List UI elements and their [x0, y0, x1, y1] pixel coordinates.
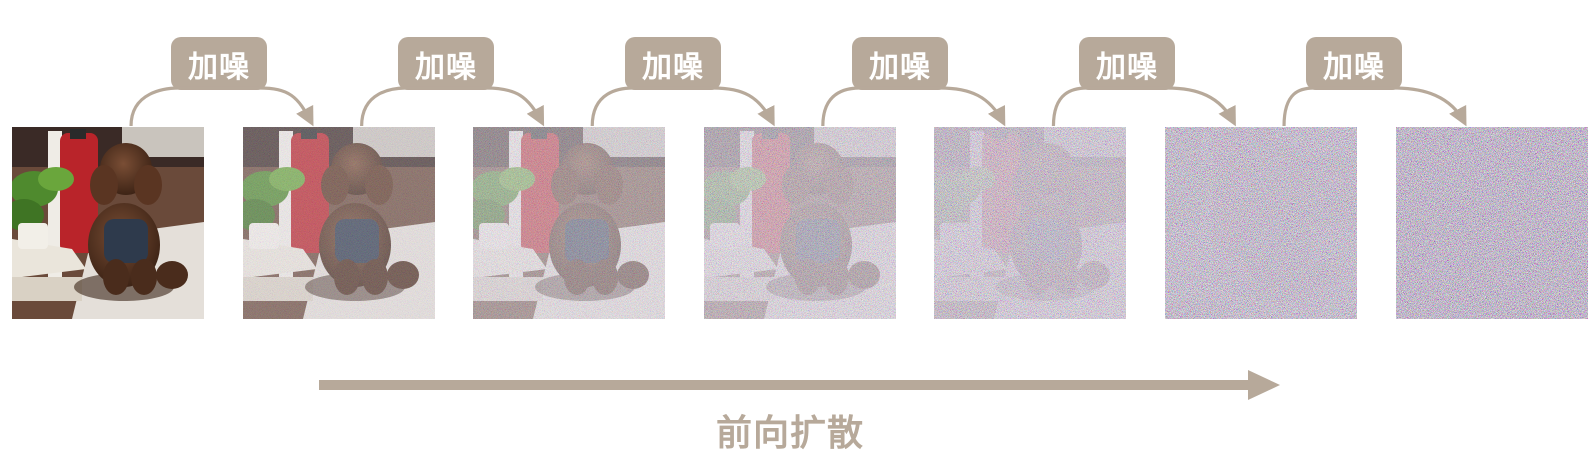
step-arrow-2	[360, 86, 545, 127]
frame-image	[242, 127, 435, 319]
step-arrow-3	[590, 86, 775, 127]
noise-step-badge-1: 加噪	[171, 37, 267, 90]
frame-2	[242, 127, 435, 319]
noise-step-badge-2: 加噪	[398, 37, 494, 90]
step-arrow-1	[129, 86, 314, 127]
frame-6	[1165, 127, 1357, 319]
noise-step-badge-5: 加噪	[1079, 37, 1175, 90]
noise-overlay	[703, 127, 896, 319]
frame-image	[934, 127, 1127, 319]
process-arrow-head	[1248, 370, 1280, 400]
process-label: 前向扩散	[715, 413, 864, 454]
frame-image	[12, 127, 204, 319]
step-arrow-5	[1051, 86, 1236, 127]
noise-overlay	[473, 127, 666, 319]
frame-1	[12, 127, 204, 319]
noise-step-badge-4: 加噪	[852, 37, 948, 90]
noise-overlay	[1165, 127, 1357, 319]
step-arrow-4	[821, 86, 1006, 127]
frame-4	[703, 127, 896, 319]
step-arrows	[129, 86, 1467, 127]
noise-step-badge-3: 加噪	[625, 37, 721, 90]
frame-3	[473, 127, 666, 319]
noise-overlay	[934, 127, 1127, 319]
noise-step-badge-6: 加噪	[1306, 37, 1402, 90]
frame-image	[703, 127, 896, 319]
forward-diffusion-arrow	[319, 370, 1280, 400]
noise-overlay	[1395, 127, 1588, 319]
frame-image	[473, 127, 666, 319]
process-arrow-shaft	[319, 380, 1253, 390]
frame-7	[1395, 127, 1588, 319]
frame-image	[1395, 127, 1588, 319]
step-arrow-6	[1282, 86, 1467, 127]
noise-overlay	[242, 127, 435, 319]
forward-diffusion-diagram: 加噪 加噪 加噪 加噪 加噪 加噪 前向扩散	[0, 0, 1596, 470]
frame-image	[1165, 127, 1357, 319]
frame-5	[934, 127, 1127, 319]
